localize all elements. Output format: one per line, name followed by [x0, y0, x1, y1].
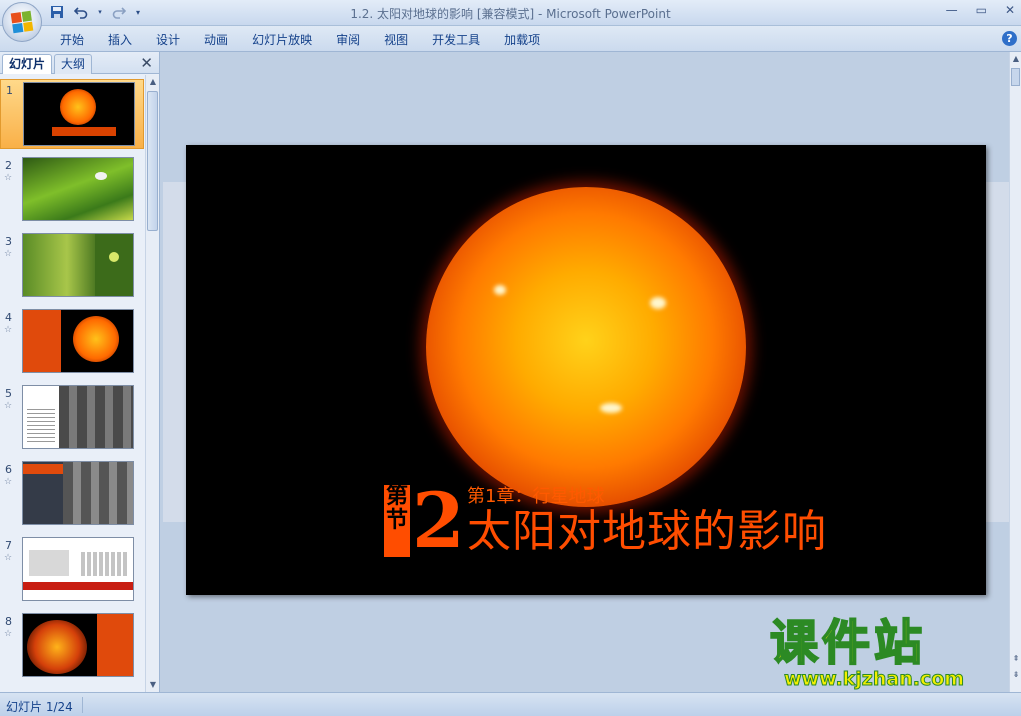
thumbnail-image [22, 233, 134, 297]
scroll-down-icon[interactable]: ▼ [146, 678, 160, 692]
transition-icon: ☆ [4, 477, 13, 487]
slide-number: 4 [5, 311, 12, 324]
transition-icon: ☆ [4, 553, 13, 563]
tab-review[interactable]: 审阅 [324, 31, 372, 49]
tab-slides[interactable]: 幻灯片 [2, 54, 53, 74]
scroll-up-icon[interactable]: ▲ [1010, 52, 1021, 66]
close-icon[interactable]: ✕ [140, 54, 153, 72]
slide-thumbnail-2[interactable]: 2 ☆ [0, 155, 144, 225]
close-button[interactable]: ✕ [1005, 3, 1015, 17]
thumbnail-image [22, 537, 134, 601]
slide-thumbnail-6[interactable]: 6 ☆ [0, 459, 144, 529]
window-controls: — ▭ ✕ [946, 3, 1015, 17]
title-bar: ▾ ▾ 1.2. 太阳对地球的影响 [兼容模式] - Microsoft Pow… [0, 0, 1021, 26]
status-bar: 幻灯片 1/24 [0, 692, 1021, 716]
thumbnail-image [22, 309, 134, 373]
solar-flare [650, 297, 666, 309]
tab-animations[interactable]: 动画 [192, 31, 240, 49]
thumbnail-image [22, 385, 134, 449]
chapter-number: 2 [412, 476, 465, 565]
slide-number: 5 [5, 387, 12, 400]
editor-scrollbar[interactable]: ▲ ⇞ ⇟ [1009, 52, 1021, 692]
office-button[interactable] [2, 2, 42, 42]
tab-addins[interactable]: 加载项 [492, 31, 552, 49]
slide-thumbnail-1[interactable]: 1 [0, 79, 144, 149]
tab-outline[interactable]: 大纲 [54, 54, 93, 74]
slide-thumbnail-4[interactable]: 4 ☆ [0, 307, 144, 377]
scroll-thumb[interactable] [147, 91, 158, 231]
slide-thumbnail-5[interactable]: 5 ☆ [0, 383, 144, 453]
maximize-button[interactable]: ▭ [976, 3, 987, 17]
sun-image [426, 187, 746, 507]
current-slide[interactable]: 第节 2 第1章：行星地球 太阳对地球的影响 [186, 145, 986, 595]
pane-tabs: 幻灯片 大纲 ✕ [0, 52, 159, 74]
slide-thumbnail-7[interactable]: 7 ☆ [0, 535, 144, 605]
transition-icon: ☆ [4, 629, 13, 639]
slide-editing-area: 第节 2 第1章：行星地球 太阳对地球的影响 [163, 52, 1009, 692]
tab-view[interactable]: 视图 [372, 31, 420, 49]
tab-insert[interactable]: 插入 [96, 31, 144, 49]
solar-flare [494, 285, 506, 295]
slide-subtitle: 第1章：行星地球 [467, 486, 605, 507]
tab-home[interactable]: 开始 [48, 31, 96, 49]
tab-developer[interactable]: 开发工具 [420, 31, 492, 49]
watermark-name: 课件站 [769, 615, 927, 671]
thumbnail-image [22, 613, 134, 677]
slide-title: 太阳对地球的影响 [467, 506, 827, 557]
solar-flare [600, 403, 622, 413]
thumbnail-image [23, 82, 135, 146]
slide-number: 6 [5, 463, 12, 476]
slide-number: 1 [6, 84, 13, 97]
slide-number: 2 [5, 159, 12, 172]
slide-indicator: 幻灯片 1/24 [6, 700, 73, 714]
prev-slide-icon[interactable]: ⇞ [1010, 652, 1021, 666]
slide-number: 7 [5, 539, 12, 552]
transition-icon: ☆ [4, 401, 13, 411]
tab-slideshow[interactable]: 幻灯片放映 [240, 31, 324, 49]
chapter-badge: 第节 2 [384, 481, 465, 561]
divider [82, 697, 83, 713]
slide-number: 8 [5, 615, 12, 628]
watermark: 课件站 www.kjzhan.com [769, 615, 1010, 696]
thumbnails-scrollbar[interactable]: ▲ ▼ [145, 75, 159, 692]
help-icon[interactable]: ? [1002, 31, 1017, 46]
transition-icon: ☆ [4, 173, 13, 183]
scroll-thumb[interactable] [1011, 68, 1020, 86]
scroll-up-icon[interactable]: ▲ [146, 75, 160, 89]
watermark-url: www.kjzhan.com [783, 668, 965, 691]
tab-design[interactable]: 设计 [144, 31, 192, 49]
transition-icon: ☆ [4, 325, 13, 335]
thumbnail-image [22, 461, 134, 525]
slide-thumbnail-3[interactable]: 3 ☆ [0, 231, 144, 301]
next-slide-icon[interactable]: ⇟ [1010, 668, 1021, 682]
minimize-button[interactable]: — [946, 3, 958, 17]
window-title: 1.2. 太阳对地球的影响 [兼容模式] - Microsoft PowerPo… [350, 7, 671, 21]
ribbon-tabs: 开始 插入 设计 动画 幻灯片放映 审阅 视图 开发工具 加载项 ? [0, 26, 1021, 52]
slide-number: 3 [5, 235, 12, 248]
slide-thumbnail-8[interactable]: 8 ☆ [0, 611, 144, 681]
transition-icon: ☆ [4, 249, 13, 259]
slide-thumbnails: 1 2 ☆ 3 ☆ 4 ☆ 5 ☆ 6 ☆ 7 ☆ 8 ☆ [0, 75, 144, 692]
office-logo-icon [10, 10, 34, 34]
slides-pane: 幻灯片 大纲 ✕ 1 2 ☆ 3 ☆ 4 ☆ 5 ☆ 6 ☆ 7 ☆ 8 ☆ ▲… [0, 52, 160, 692]
thumbnail-image [22, 157, 134, 221]
chapter-section-chars: 第节 [384, 485, 410, 557]
